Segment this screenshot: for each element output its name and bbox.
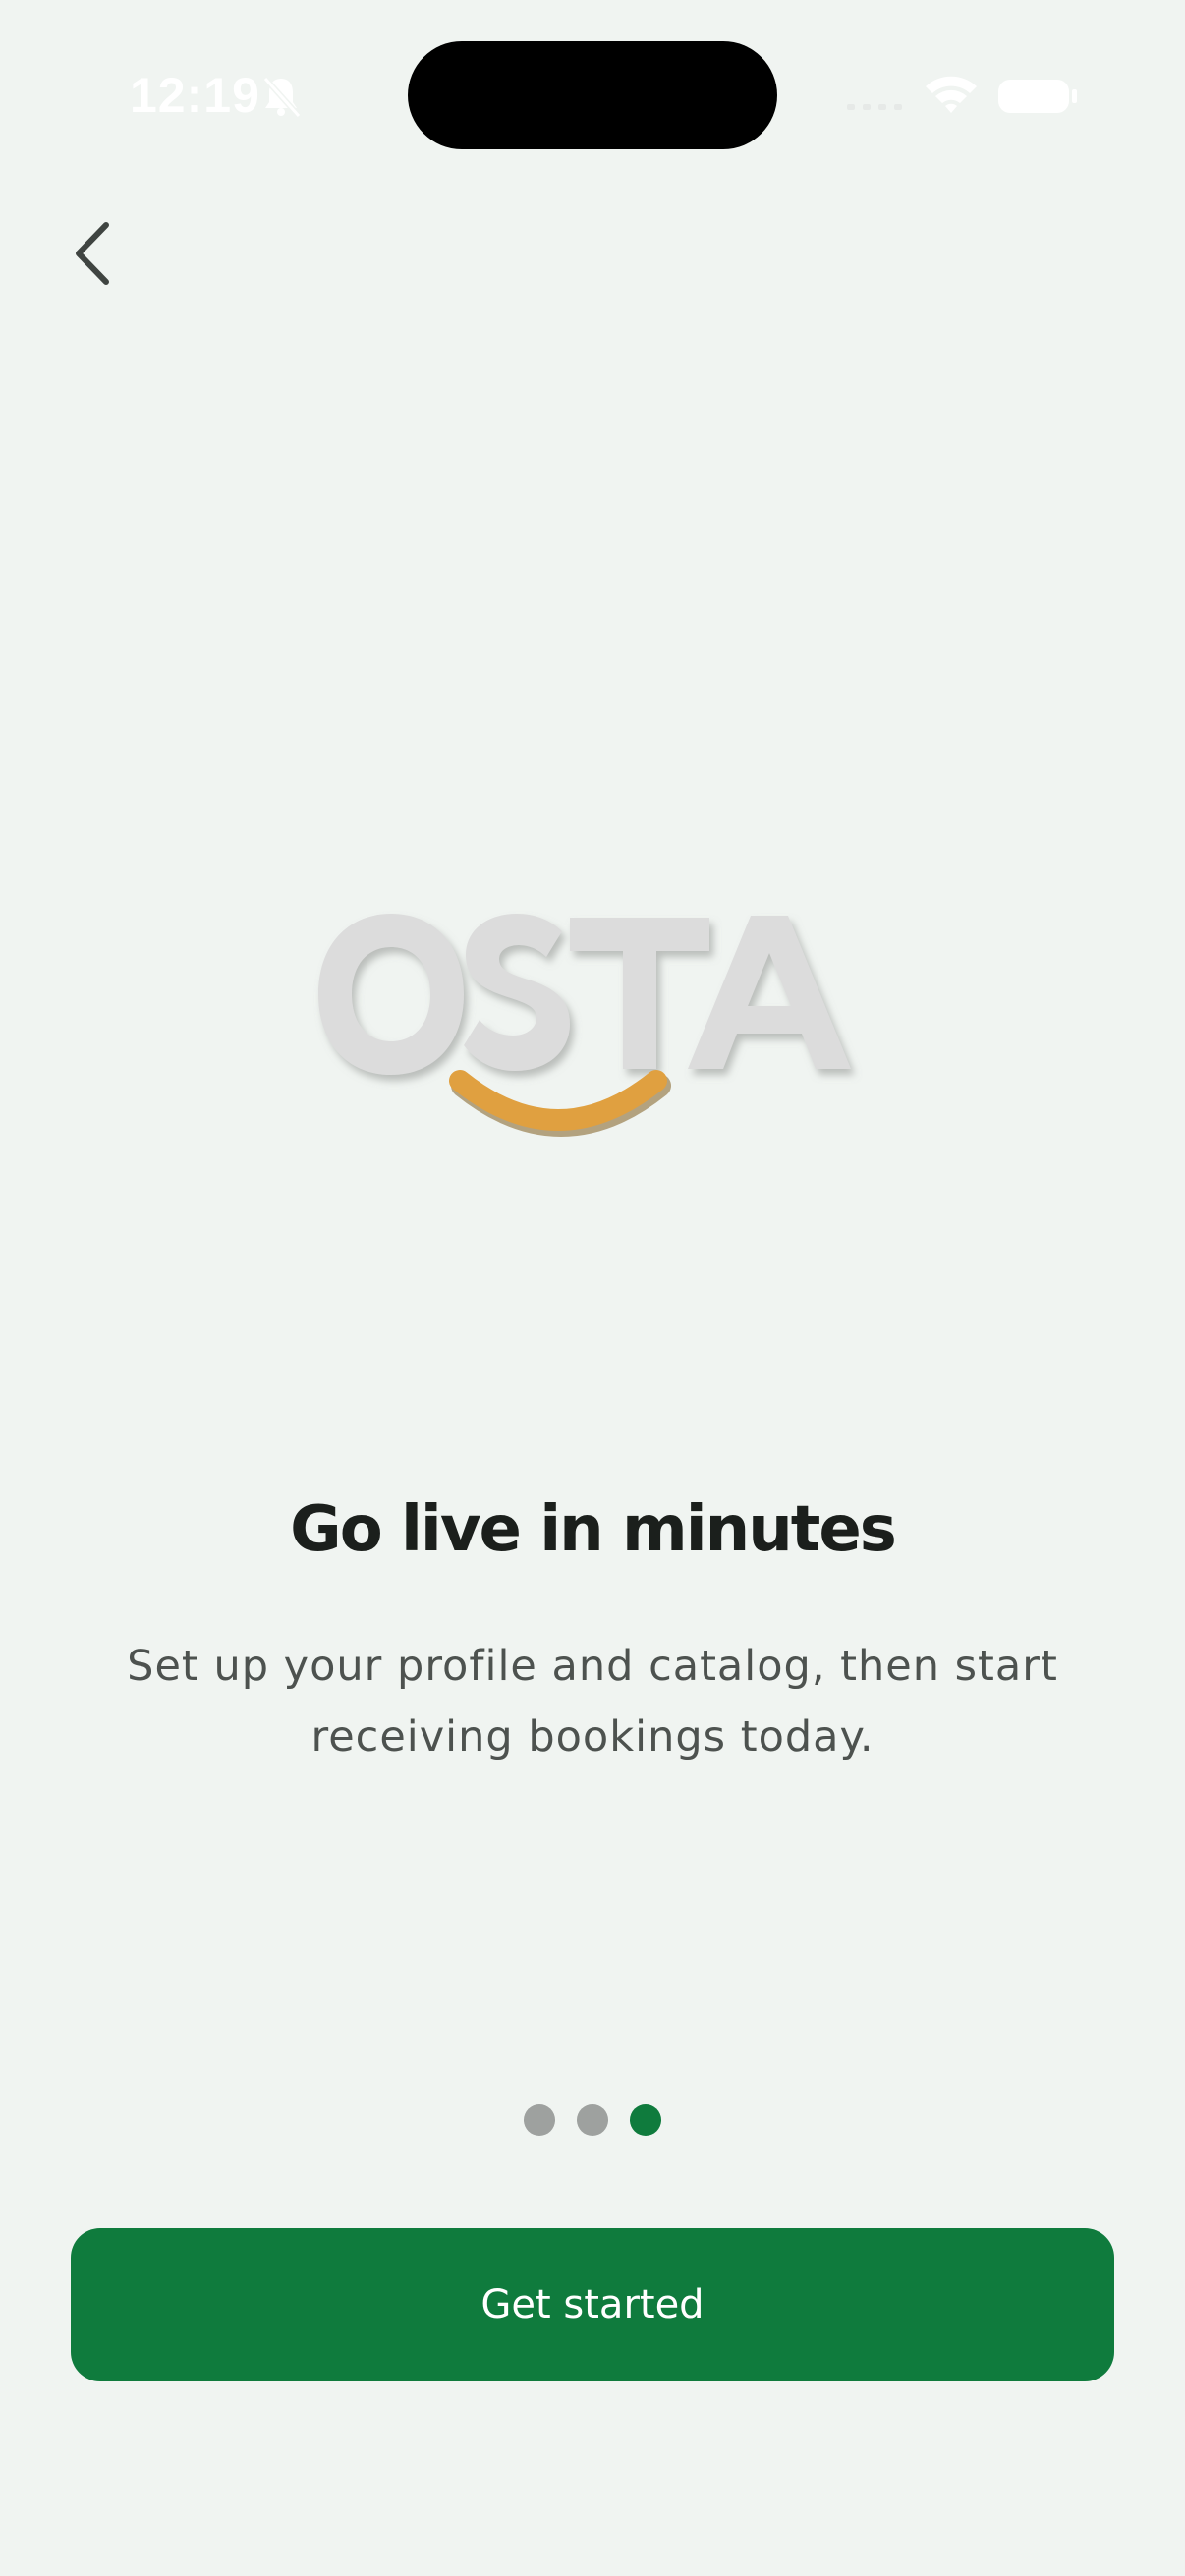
get-started-button[interactable]: Get started xyxy=(71,2228,1114,2381)
page-dot-3-active[interactable] xyxy=(630,2104,661,2136)
page-dot-1[interactable] xyxy=(524,2104,555,2136)
wifi-icon xyxy=(926,76,977,113)
status-bar: 12:19 xyxy=(0,0,1185,149)
battery-icon xyxy=(998,80,1077,113)
page-dot-2[interactable] xyxy=(577,2104,608,2136)
onboarding-title: Go live in minutes xyxy=(290,1493,897,1566)
cellular-signal-icon xyxy=(847,104,902,110)
bell-slash-icon xyxy=(262,76,302,119)
onboarding-description: Set up your profile and catalog, then st… xyxy=(127,1642,1058,1762)
osta-logo xyxy=(318,914,851,1137)
dynamic-island xyxy=(408,41,777,149)
back-button[interactable] xyxy=(51,206,134,301)
status-time: 12:19 xyxy=(130,68,260,123)
page-indicator xyxy=(0,2104,1185,2136)
chevron-left-icon xyxy=(76,222,109,285)
